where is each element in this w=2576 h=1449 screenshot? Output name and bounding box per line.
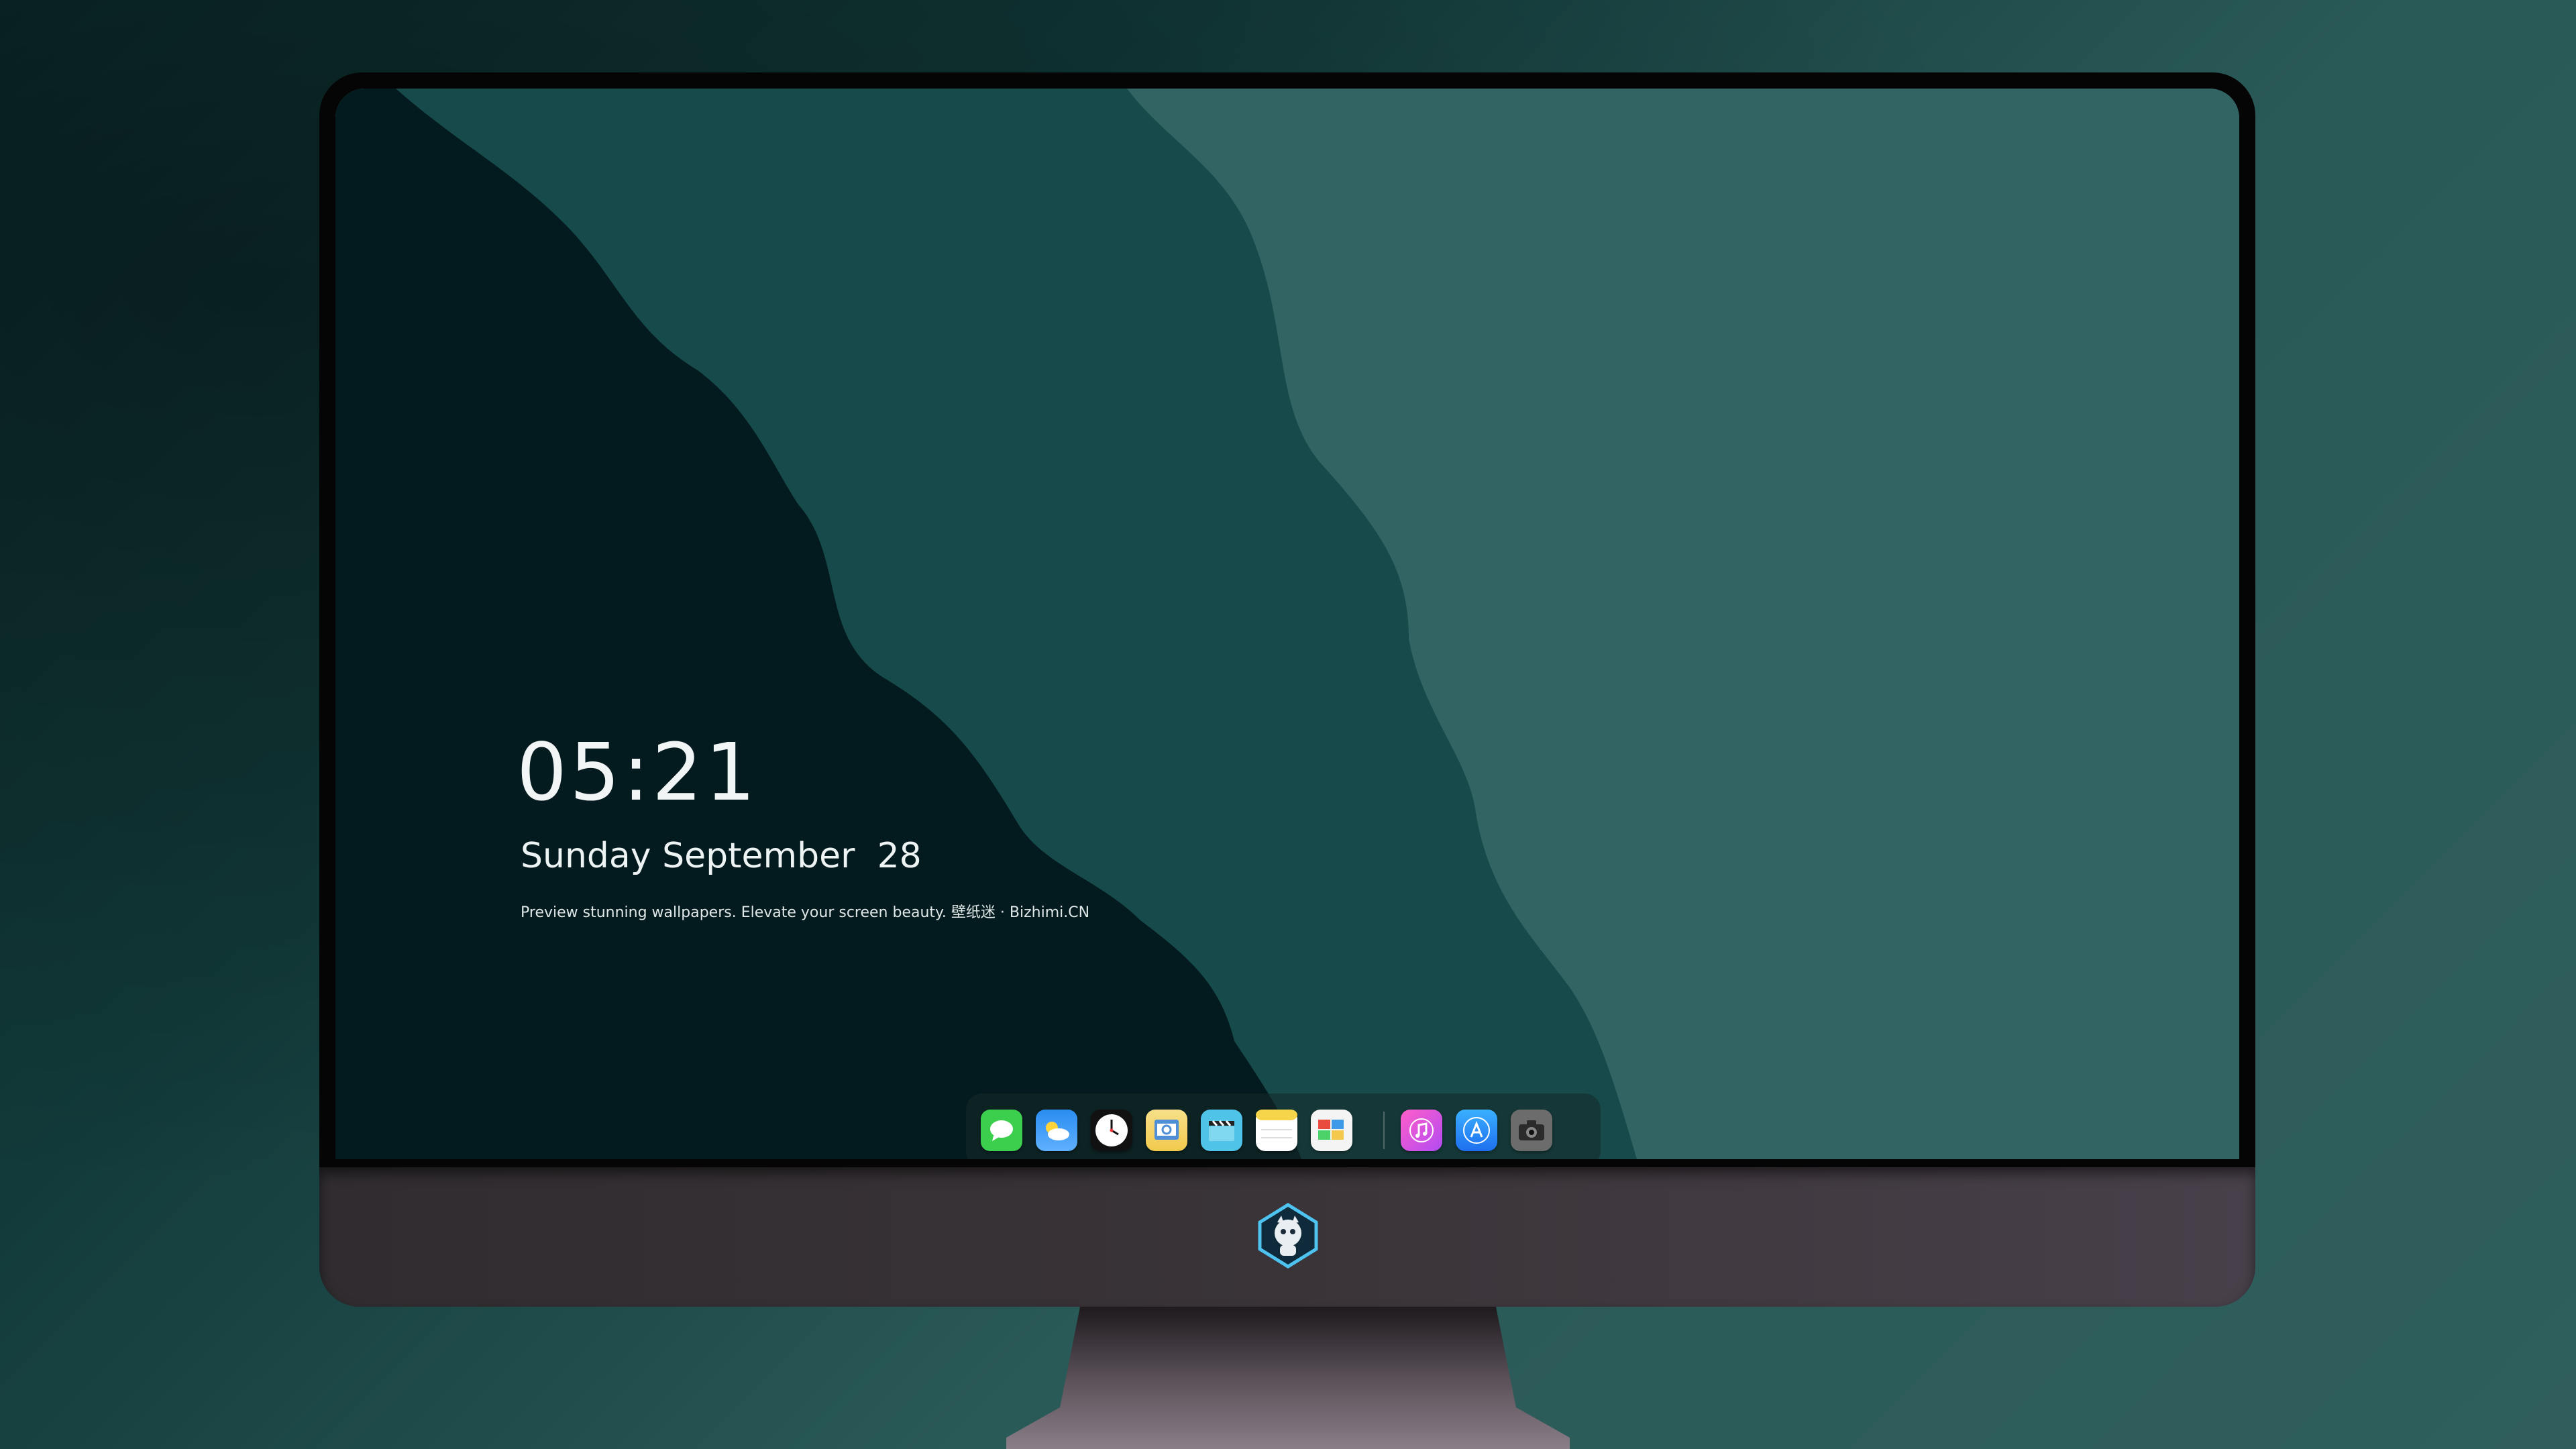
chin-logo-icon bbox=[1258, 1203, 1318, 1269]
monitor-stand bbox=[1006, 1307, 1570, 1449]
app-store-icon[interactable] bbox=[1456, 1110, 1497, 1151]
photo-editor-icon[interactable] bbox=[1311, 1110, 1352, 1151]
preview-icon[interactable] bbox=[1146, 1110, 1187, 1151]
notes-icon[interactable] bbox=[1256, 1110, 1297, 1151]
dock bbox=[966, 1093, 1601, 1159]
camera-icon[interactable] bbox=[1511, 1110, 1552, 1151]
music-icon[interactable] bbox=[1401, 1110, 1442, 1151]
weather-icon[interactable] bbox=[1036, 1110, 1077, 1151]
wallpaper-tagline: Preview stunning wallpapers. Elevate you… bbox=[521, 904, 1090, 921]
messages-icon[interactable] bbox=[981, 1110, 1022, 1151]
monitor: 05:21 Sunday September 28 Preview stunni… bbox=[319, 72, 2255, 1307]
lock-date: Sunday September 28 bbox=[521, 836, 922, 876]
dock-separator bbox=[1383, 1112, 1385, 1149]
wallpaper bbox=[335, 89, 2239, 1159]
lock-clock: 05:21 bbox=[517, 726, 759, 818]
clock-icon[interactable] bbox=[1091, 1110, 1132, 1151]
desktop-screen: 05:21 Sunday September 28 Preview stunni… bbox=[335, 89, 2239, 1159]
clips-icon[interactable] bbox=[1201, 1110, 1242, 1151]
monitor-chin bbox=[319, 1167, 2255, 1307]
monitor-bezel: 05:21 Sunday September 28 Preview stunni… bbox=[319, 72, 2255, 1167]
